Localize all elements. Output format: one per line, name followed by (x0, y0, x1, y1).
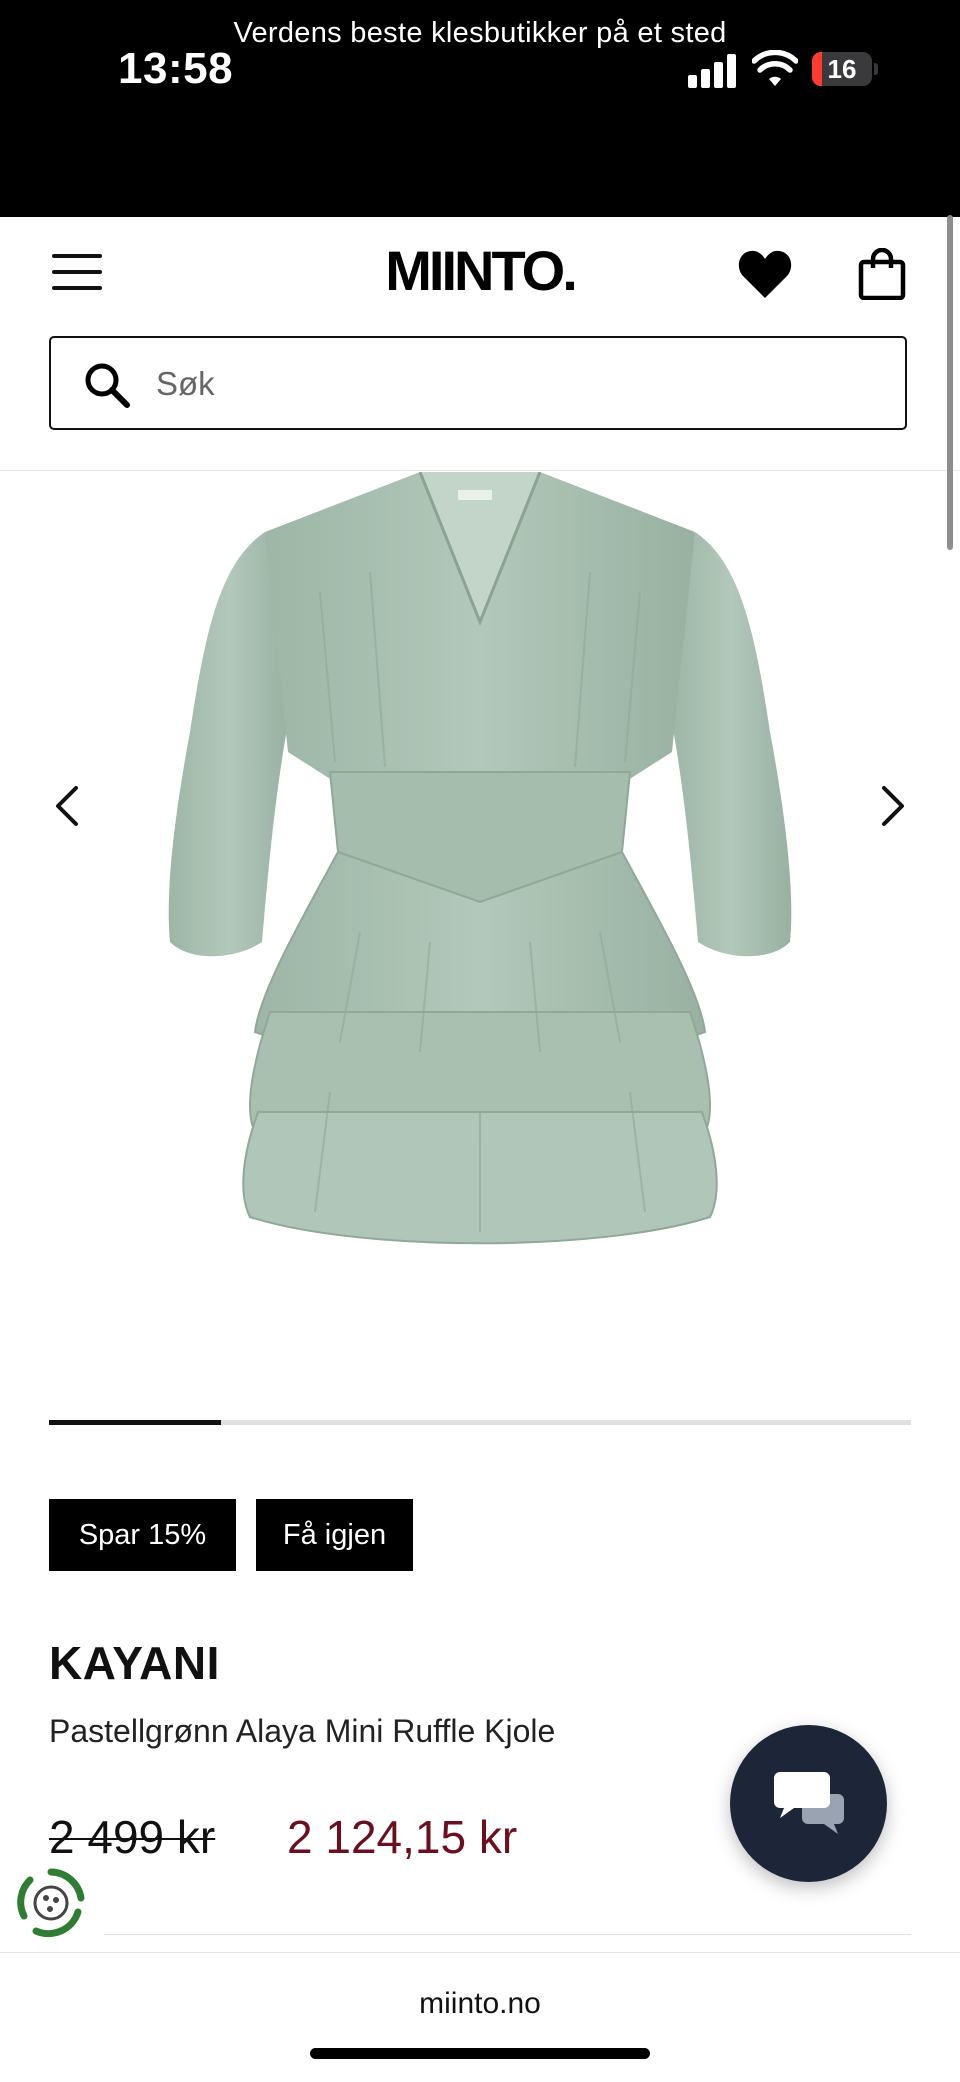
sale-price: 2 124,15 kr (287, 1811, 518, 1863)
original-price: 2 499 kr (49, 1811, 216, 1863)
battery-level: 16 (827, 54, 857, 84)
product-brand[interactable]: KAYANI (49, 1636, 220, 1690)
home-indicator[interactable] (310, 2048, 650, 2059)
cashback-badge: Få igjen (256, 1499, 413, 1571)
signal-icon (688, 52, 738, 88)
promo-banner (0, 145, 960, 217)
bag-icon[interactable] (858, 248, 906, 300)
discount-badge: Spar 15% (49, 1499, 236, 1571)
url-text[interactable]: miinto.no (0, 1987, 960, 2021)
menu-icon[interactable] (52, 252, 102, 292)
logo[interactable]: MIINTO. (380, 238, 580, 303)
header-divider (0, 470, 960, 471)
next-image-arrow-icon[interactable] (874, 784, 910, 828)
chat-icon (774, 1772, 844, 1834)
gallery-progress-fill (49, 1420, 222, 1425)
product-title: Pastellgrønn Alaya Mini Ruffle Kjole (49, 1713, 556, 1749)
product-image[interactable] (0, 472, 960, 1372)
gallery-progress (49, 1420, 911, 1425)
promo-text: Verdens beste klesbutikker på et sted (233, 17, 727, 49)
search-input[interactable] (154, 352, 858, 416)
search-icon (85, 363, 130, 408)
eco-badge-icon[interactable] (16, 1868, 86, 1938)
battery-icon: 16 (812, 52, 878, 86)
status-time: 13:58 (118, 44, 234, 93)
section-divider (104, 1934, 911, 1935)
heart-icon[interactable] (737, 248, 793, 300)
wifi-icon (752, 50, 798, 86)
previous-image-arrow-icon[interactable] (50, 784, 86, 828)
